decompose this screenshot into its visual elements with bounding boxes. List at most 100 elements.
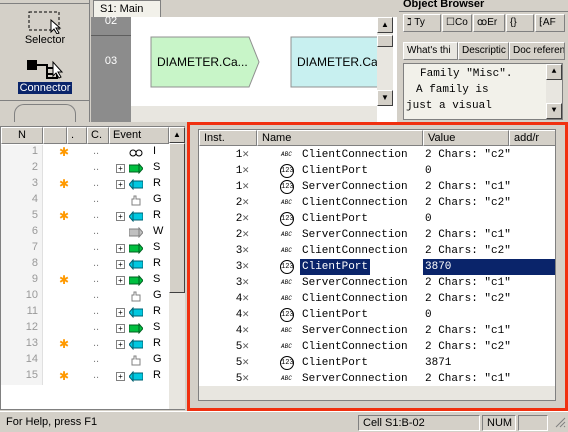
scroll-up-icon[interactable]: ▲ — [377, 17, 393, 33]
property-value[interactable]: 2 Chars: "c2" — [423, 243, 511, 259]
star-icon: ✱ — [59, 273, 70, 287]
toolbar-tab-er[interactable]: ꝏEr — [473, 14, 505, 32]
event-vscrollbar[interactable]: ▲ — [169, 127, 185, 409]
property-value[interactable]: 0 — [423, 211, 432, 227]
property-value[interactable]: 3870 — [423, 259, 555, 275]
event-text: R — [153, 305, 161, 317]
property-row[interactable]: 3✕ 123 ClientPort 3870 — [199, 259, 555, 275]
col-header-inst[interactable]: Inst. — [199, 130, 257, 146]
toolbar-tab-af[interactable]: ⁅AF — [535, 14, 565, 32]
scroll-down-icon[interactable]: ▼ — [377, 90, 393, 106]
status-pane — [518, 415, 548, 431]
event-row[interactable]: 2.. + S — [1, 161, 169, 177]
star-icon: ✱ — [59, 209, 70, 223]
property-row[interactable]: 5✕ 123 ClientPort 3871 — [199, 355, 555, 371]
property-row[interactable]: 2✕ ABC ClientConnection 2 Chars: "c2" — [199, 195, 555, 211]
event-row[interactable]: 3 ✱.. + R — [1, 177, 169, 193]
shape-label[interactable]: DIAMETER.Ca — [297, 55, 378, 69]
property-name: ServerConnection — [302, 229, 408, 241]
expand-plus-icon[interactable]: + — [116, 244, 125, 253]
property-value[interactable]: 2 Chars: "c2" — [423, 339, 511, 355]
col-header-value[interactable]: Value — [423, 130, 509, 146]
tab-whats-this[interactable]: What's thi — [403, 42, 458, 60]
instance-cell: 1✕ — [199, 147, 253, 163]
tab-doc-reference[interactable]: Doc referen — [509, 42, 565, 60]
col-header-name[interactable]: Name — [257, 130, 423, 146]
event-row[interactable]: 12.. + S — [1, 321, 169, 337]
event-row[interactable]: 4.. G — [1, 193, 169, 209]
event-row[interactable]: 10.. G — [1, 289, 169, 305]
event-row[interactable]: 13 ✱.. + R — [1, 337, 169, 353]
property-value[interactable]: 3871 — [423, 355, 451, 371]
diagram-vscrollbar[interactable]: ▲ ▼ — [377, 17, 393, 106]
diagram-hscrollbar[interactable] — [131, 106, 377, 122]
property-row[interactable]: 3✕ ABC ClientConnection 2 Chars: "c2" — [199, 243, 555, 259]
string-type-icon: ABC — [281, 295, 292, 302]
col-header-dot[interactable]: . — [67, 127, 87, 144]
property-value[interactable]: 2 Chars: "c1" — [423, 275, 511, 291]
expand-plus-icon[interactable]: + — [116, 212, 125, 221]
close-icon[interactable] — [76, 0, 84, 4]
scroll-up-icon[interactable]: ▲ — [169, 127, 185, 143]
expand-plus-icon[interactable]: + — [116, 276, 125, 285]
expand-plus-icon[interactable]: + — [116, 372, 125, 381]
property-row[interactable]: 1✕ 123 ClientPort 0 — [199, 163, 555, 179]
event-row[interactable]: 11.. + R — [1, 305, 169, 321]
expand-plus-icon[interactable]: + — [116, 340, 125, 349]
event-row[interactable]: 7.. + S — [1, 241, 169, 257]
property-value[interactable]: 0 — [423, 307, 432, 323]
property-row[interactable]: 1✕ 123 ServerConnection 2 Chars: "c1" — [199, 179, 555, 195]
property-value[interactable]: 2 Chars: "c1" — [423, 179, 511, 195]
scroll-thumb[interactable] — [377, 35, 393, 47]
col-header-event[interactable]: Event — [109, 127, 169, 144]
event-row[interactable]: 14.. G — [1, 353, 169, 369]
property-value[interactable]: 2 Chars: "c1" — [423, 323, 511, 339]
tab-description[interactable]: Descriptic — [458, 42, 509, 60]
property-value[interactable]: 2 Chars: "c2" — [423, 147, 511, 163]
toolbar-tab-type[interactable]: ℷ Ty — [403, 14, 441, 32]
property-value[interactable]: 2 Chars: "c1" — [423, 371, 511, 385]
resize-grip-icon[interactable] — [550, 415, 566, 431]
scroll-thumb[interactable] — [169, 143, 185, 293]
property-value[interactable]: 0 — [423, 163, 432, 179]
property-row[interactable]: 3✕ ABC ServerConnection 2 Chars: "c1" — [199, 275, 555, 291]
expand-plus-icon[interactable]: + — [116, 308, 125, 317]
property-row[interactable]: 5✕ ABC ClientConnection 2 Chars: "c2" — [199, 339, 555, 355]
property-row[interactable]: 2✕ ABC ServerConnection 2 Chars: "c1" — [199, 227, 555, 243]
event-row[interactable]: 8.. + R — [1, 257, 169, 273]
properties-hscrollbar[interactable] — [199, 386, 555, 400]
palette-scroll-tab[interactable] — [14, 104, 76, 122]
expand-plus-icon[interactable]: + — [116, 260, 125, 269]
event-row[interactable]: 6.. W — [1, 225, 169, 241]
event-row[interactable]: 9 ✱.. + S — [1, 273, 169, 289]
property-row[interactable]: 5✕ ABC ServerConnection 2 Chars: "c1" — [199, 371, 555, 385]
selector-tool[interactable]: Selector — [8, 10, 82, 46]
property-value[interactable]: 2 Chars: "c2" — [423, 195, 511, 211]
scroll-up-icon[interactable]: ▲ — [546, 64, 562, 80]
hand-icon — [129, 355, 143, 366]
shape-label[interactable]: DIAMETER.Ca... — [157, 55, 248, 69]
col-header-c[interactable]: C. — [87, 127, 109, 144]
property-value[interactable]: 2 Chars: "c2" — [423, 291, 511, 307]
toolbar-tab-braces[interactable]: {} — [506, 14, 534, 32]
connector-tool[interactable]: Connector — [8, 56, 82, 94]
expand-plus-icon[interactable]: + — [116, 164, 125, 173]
property-row[interactable]: 4✕ ABC ServerConnection 2 Chars: "c1" — [199, 323, 555, 339]
property-row[interactable]: 4✕ 123 ClientPort 0 — [199, 307, 555, 323]
add-remove-button[interactable]: add/r — [509, 130, 555, 146]
property-value[interactable]: 2 Chars: "c1" — [423, 227, 511, 243]
col-header-n[interactable]: N — [1, 127, 43, 144]
hand-icon — [129, 195, 143, 206]
browser-vscrollbar[interactable]: ▲ ▼ — [546, 64, 562, 119]
property-row[interactable]: 4✕ ABC ClientConnection 2 Chars: "c2" — [199, 291, 555, 307]
col-header-blank[interactable] — [43, 127, 67, 144]
property-row[interactable]: 2✕ 123 ClientPort 0 — [199, 211, 555, 227]
expand-plus-icon[interactable]: + — [116, 324, 125, 333]
event-row[interactable]: 1 ✱.. I — [1, 145, 169, 161]
expand-plus-icon[interactable]: + — [116, 180, 125, 189]
toolbar-tab-co[interactable]: ☐Co — [442, 14, 472, 32]
event-row[interactable]: 15 ✱.. + R — [1, 369, 169, 385]
property-row[interactable]: 1✕ ABC ClientConnection 2 Chars: "c2" — [199, 147, 555, 163]
event-row[interactable]: 5 ✱.. + R — [1, 209, 169, 225]
scroll-down-icon[interactable]: ▼ — [546, 103, 562, 119]
